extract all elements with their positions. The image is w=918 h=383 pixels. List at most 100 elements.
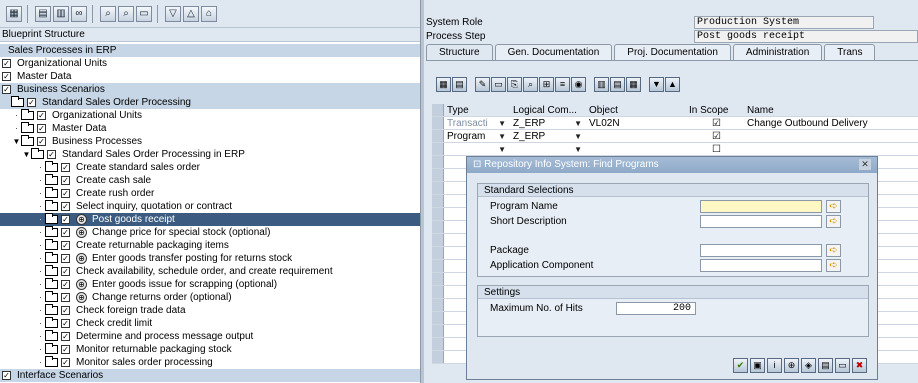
scope-checkbox[interactable]: ✓ — [37, 124, 46, 133]
cell-inscope-checkbox[interactable]: ☑ — [686, 130, 744, 142]
tree-node[interactable]: · ✓ Determine and process message output — [0, 330, 420, 343]
package-input[interactable] — [700, 244, 822, 257]
scope-checkbox[interactable]: ✓ — [61, 228, 70, 237]
short-description-multi-select-icon[interactable]: ➪ — [826, 215, 841, 228]
application-component-multi-select-icon[interactable]: ➪ — [826, 259, 841, 272]
window-icon[interactable]: ▭ — [835, 358, 850, 373]
max-hits-input[interactable]: 200 — [616, 302, 696, 315]
row-selector[interactable] — [432, 208, 444, 220]
scope-checkbox[interactable]: ✓ — [61, 176, 70, 185]
tree-node[interactable]: ✓ Organizational Units — [0, 57, 420, 70]
page-copy-icon[interactable]: ▥ — [53, 5, 69, 22]
row-selector[interactable] — [432, 221, 444, 233]
save-variant-icon[interactable]: ▣ — [750, 358, 765, 373]
tab-trans[interactable]: Trans — [824, 44, 876, 60]
short-description-input[interactable] — [700, 215, 822, 228]
tree-node[interactable]: ✓ Standard Sales Order Processing — [0, 96, 420, 109]
scope-checkbox[interactable]: ✓ — [61, 267, 70, 276]
dropdown-arrow-icon[interactable]: ▼ — [574, 117, 582, 129]
cancel-x-icon[interactable]: ✖ — [852, 358, 867, 373]
scope-checkbox[interactable]: ✓ — [61, 241, 70, 250]
tab-gen-documentation[interactable]: Gen. Documentation — [494, 44, 613, 60]
execute-check-icon[interactable]: ✔ — [733, 358, 748, 373]
move-down-icon[interactable]: ▼ — [649, 76, 664, 92]
col-object-header[interactable]: Object — [586, 104, 686, 116]
scope-checkbox[interactable]: ✓ — [61, 306, 70, 315]
info-icon[interactable]: i — [767, 358, 782, 373]
row-selector[interactable] — [432, 299, 444, 311]
tree-node[interactable]: · ✓ Create rush order — [0, 187, 420, 200]
row-selector[interactable] — [432, 351, 444, 363]
tree-node[interactable]: · ✓ ⊕ Enter goods transfer posting for retu… — [0, 252, 420, 265]
tree-node[interactable]: ✓ Master Data — [0, 70, 420, 83]
scope-checkbox[interactable]: ✓ — [61, 332, 70, 341]
tree-node[interactable]: · ✓ Master Data — [0, 122, 420, 135]
tree-node[interactable]: · ✓ Create cash sale — [0, 174, 420, 187]
get-variant-icon[interactable]: ▤ — [818, 358, 833, 373]
scope-checkbox[interactable]: ✓ — [37, 137, 46, 146]
grid-icon[interactable]: ▦ — [6, 5, 22, 22]
scope-checkbox[interactable]: ✓ — [2, 371, 11, 380]
table-row[interactable]: ▼ ▼ ☐ — [432, 143, 918, 156]
select-all-icon[interactable]: ▦ — [436, 76, 451, 92]
layout-icon[interactable]: ▥ — [594, 76, 609, 92]
tree-root[interactable]: Sales Processes in ERP — [0, 44, 420, 57]
display-icon[interactable]: ◉ — [571, 76, 586, 92]
scope-checkbox[interactable]: ✓ — [61, 254, 70, 263]
tree-node[interactable]: · ✓ Organizational Units — [0, 109, 420, 122]
filter-icon[interactable]: ⊞ — [539, 76, 554, 92]
application-component-input[interactable] — [700, 259, 822, 272]
row-selector[interactable] — [432, 182, 444, 194]
cell-type[interactable]: ▼ — [444, 143, 510, 155]
tree-node[interactable]: ▼ ✓ Business Processes — [0, 135, 420, 148]
package-multi-select-icon[interactable]: ➪ — [826, 244, 841, 257]
tree-node[interactable]: ▼ ✓ Standard Sales Order Processing in ERP — [0, 148, 420, 161]
row-selector[interactable] — [432, 143, 444, 155]
cell-inscope-checkbox[interactable]: ☐ — [686, 143, 744, 155]
new-entry-icon[interactable]: ▭ — [491, 76, 506, 92]
program-name-input[interactable] — [700, 200, 822, 213]
row-selector[interactable] — [432, 234, 444, 246]
cell-inscope-checkbox[interactable]: ☑ — [686, 117, 744, 129]
tree-node[interactable]: · ✓ Check availability, schedule order, an… — [0, 265, 420, 278]
cell-type[interactable]: Transacti ▼ — [444, 117, 510, 129]
dropdown-arrow-icon[interactable]: ▼ — [574, 130, 582, 142]
dialog-titlebar[interactable]: ⊡ Repository Info System: Find Programs … — [467, 157, 877, 173]
tab-administration[interactable]: Administration — [732, 44, 823, 60]
dropdown-arrow-icon[interactable]: ▼ — [498, 143, 506, 155]
cell-type[interactable]: Program ▼ — [444, 130, 510, 142]
row-selector[interactable] — [432, 130, 444, 142]
tree-node[interactable]: · ✓ Check foreign trade data — [0, 304, 420, 317]
row-selector[interactable] — [432, 338, 444, 350]
row-selector[interactable] — [432, 286, 444, 298]
tree-node[interactable]: · ✓ Select inquiry, quotation or contract — [0, 200, 420, 213]
scope-checkbox[interactable]: ✓ — [61, 189, 70, 198]
tab-proj-documentation[interactable]: Proj. Documentation — [614, 44, 731, 60]
row-selector[interactable] — [432, 273, 444, 285]
find-icon[interactable]: ⌕ — [100, 5, 116, 22]
row-selector[interactable] — [432, 169, 444, 181]
tree-node[interactable]: · ✓ Monitor returnable packaging stock — [0, 343, 420, 356]
scope-checkbox[interactable]: ✓ — [61, 163, 70, 172]
cell-logical[interactable]: Z_ERP ▼ — [510, 130, 586, 142]
sort-icon[interactable]: ≡ — [555, 76, 570, 92]
scope-checkbox[interactable]: ✓ — [61, 345, 70, 354]
scope-checkbox[interactable]: ✓ — [61, 319, 70, 328]
collapse-icon[interactable]: △ — [183, 5, 199, 22]
tree-node[interactable]: ✓ Interface Scenarios — [0, 369, 420, 382]
link-icon[interactable]: ∞ — [71, 5, 87, 22]
row-selector[interactable] — [432, 156, 444, 168]
row-selector[interactable] — [432, 325, 444, 337]
program-name-multi-select-icon[interactable]: ➪ — [826, 200, 841, 213]
cell-logical[interactable]: Z_ERP ▼ — [510, 117, 586, 129]
scope-checkbox[interactable]: ✓ — [2, 85, 11, 94]
dropdown-arrow-icon[interactable]: ▼ — [498, 117, 506, 129]
cell-object[interactable]: VL02N — [586, 117, 686, 129]
close-icon[interactable]: ✕ — [859, 159, 871, 170]
row-selector[interactable] — [432, 117, 444, 129]
table-row[interactable]: Program ▼ Z_ERP ▼ ☑ — [432, 130, 918, 143]
scope-checkbox[interactable]: ✓ — [61, 358, 70, 367]
copy-icon[interactable]: ⎘ — [507, 76, 522, 92]
tree-node[interactable]: · ✓ Monitor sales order processing — [0, 356, 420, 369]
expand-triangle-icon[interactable]: ▼ — [12, 135, 21, 148]
